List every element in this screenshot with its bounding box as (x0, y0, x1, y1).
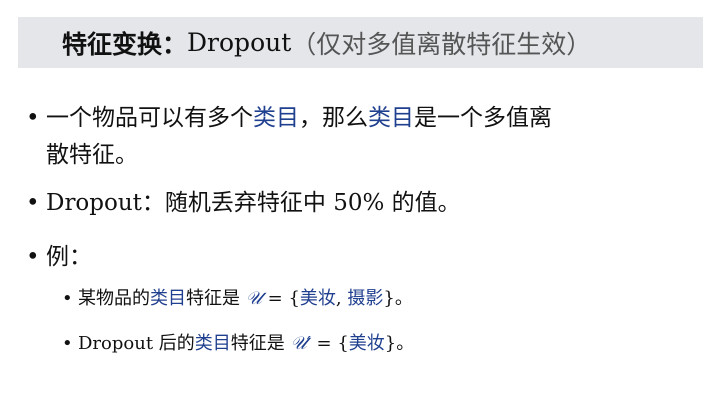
text-span: , (335, 288, 348, 309)
bullet-3-text: 例： (46, 244, 92, 270)
math-symbol: 𝒰′ (290, 333, 311, 354)
highlight-term: 类目 (368, 105, 414, 131)
bullet-dot: • (26, 244, 40, 270)
bullet-dot: • (62, 288, 73, 309)
highlight-term: 类目 (194, 333, 231, 354)
bullet-dot: • (26, 190, 40, 216)
text-span: 一个物品可以有多个 (46, 105, 253, 131)
text-span: 散特征。 (46, 142, 138, 168)
bullet-dot: • (26, 105, 40, 131)
set-value: 美妆 (348, 333, 385, 354)
text-span: = { (310, 333, 349, 354)
title-subtitle: （仅对多值离散特征生效） (291, 29, 592, 59)
title-main: Dropout (187, 28, 292, 57)
text-span: }。 (384, 333, 415, 354)
title-bar: 特征变换： Dropout （仅对多值离散特征生效） (18, 17, 703, 68)
bullet-dot: • (62, 333, 73, 354)
bullet-1-text: 一个物品可以有多个类目，那么类目是一个多值离 散特征。 (46, 100, 552, 174)
slide: 特征变换： Dropout （仅对多值离散特征生效） • 一个物品可以有多个类目，那… (0, 0, 711, 409)
text-span: 是一个多值离 (414, 105, 552, 131)
bullet-2-text: Dropout：随机丢弃特征中 50% 的值。 (46, 190, 461, 216)
text-span: 特征是 (230, 333, 285, 354)
sub-bullet-1: • 某物品的类目特征是 𝒰 = {美妆, 摄影}。 (62, 285, 413, 313)
text-span: Dropout 后的 (78, 333, 195, 354)
highlight-term: 类目 (253, 105, 299, 131)
text-span: 某物品的 (78, 288, 150, 309)
set-value: 摄影 (347, 288, 384, 309)
highlight-term: 类目 (150, 288, 186, 309)
sub-bullet-2: • Dropout 后的类目特征是 𝒰′ = {美妆}。 (62, 330, 414, 358)
text-span: = { (261, 288, 300, 309)
text-span: }。 (383, 288, 413, 309)
set-value: 美妆 (299, 288, 336, 309)
title-bold: 特征变换： (62, 29, 188, 59)
text-span: ，那么 (299, 105, 368, 131)
math-symbol: 𝒰 (245, 288, 262, 309)
text-span: 特征是 (186, 288, 240, 309)
